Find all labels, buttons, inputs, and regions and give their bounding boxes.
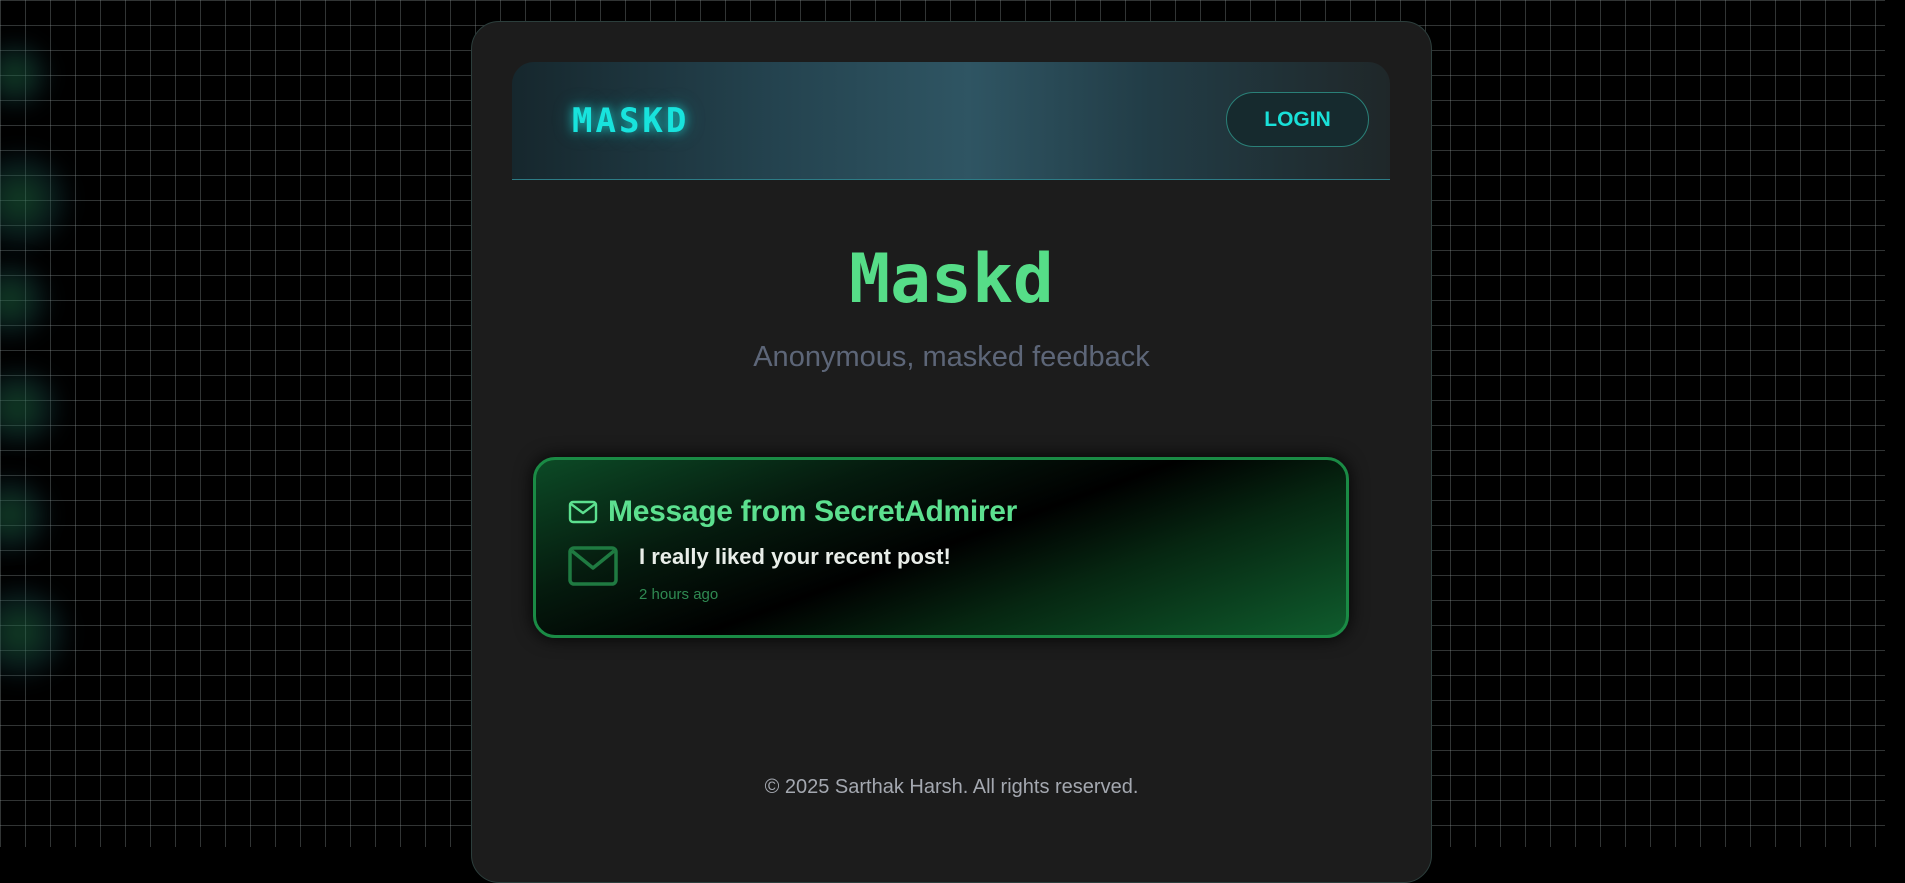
mail-icon	[568, 499, 598, 525]
brand-logo[interactable]: MASKD	[572, 102, 689, 140]
message-card[interactable]: Message from SecretAdmirer I really like…	[533, 457, 1349, 638]
mail-icon	[568, 546, 618, 586]
hero-title: Maskd	[849, 240, 1054, 319]
footer-copyright: © 2025 Sarthak Harsh. All rights reserve…	[764, 776, 1139, 798]
message-text: I really liked your recent post!	[639, 544, 951, 569]
message-timestamp: 2 hours ago	[639, 586, 719, 603]
message-header: Message from SecretAdmirer	[568, 494, 1017, 530]
main-card: MASKD LOGIN Maskd Anonymous, masked feed…	[471, 21, 1432, 883]
login-button[interactable]: LOGIN	[1226, 92, 1369, 147]
message-title: Message from SecretAdmirer	[608, 495, 1018, 528]
navbar: MASKD LOGIN	[512, 62, 1390, 180]
hero-subtitle: Anonymous, masked feedback	[753, 341, 1150, 373]
